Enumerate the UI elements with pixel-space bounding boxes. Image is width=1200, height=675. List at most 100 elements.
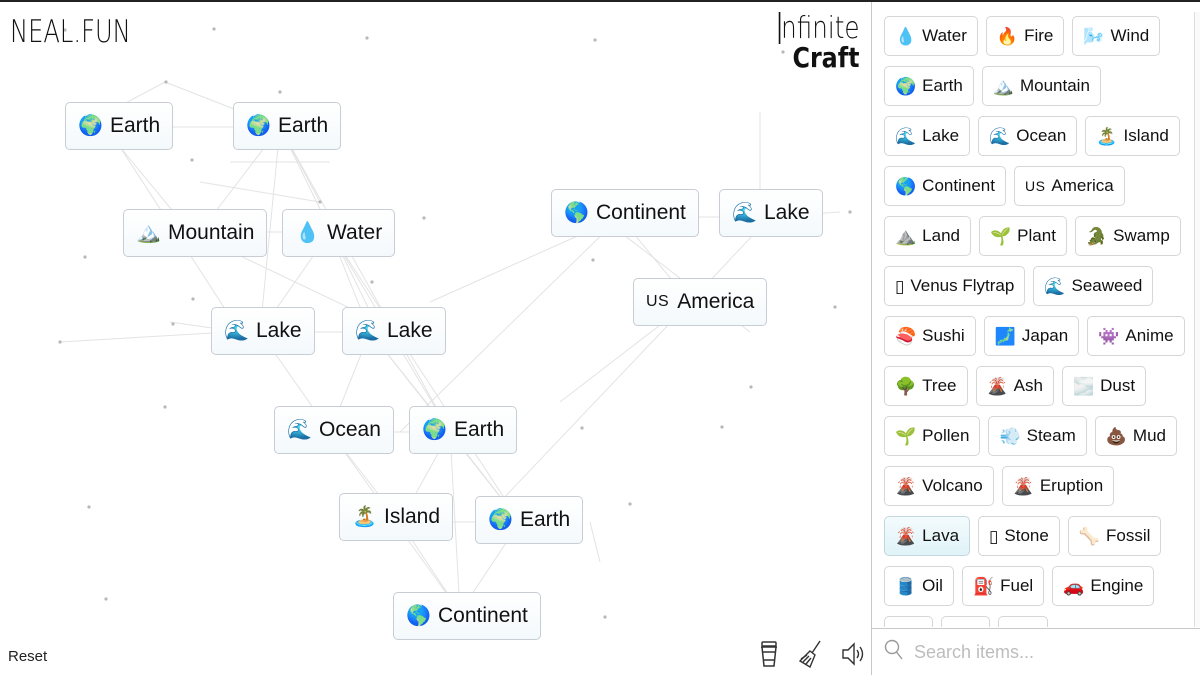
sidebar-item-lake[interactable]: 🌊 Lake [884,116,971,156]
sidebar-item-earth[interactable]: 🌍 Earth [884,66,974,106]
neal-fun-logo[interactable]: NEAL.FUN [10,14,131,50]
item-label: Dust [1100,376,1136,395]
sidebar-item-stone[interactable]: ▯ Stone [978,516,1060,556]
element-label: Continent [596,201,686,224]
canvas-element-continent[interactable]: 🌎 Continent [551,189,699,237]
sidebar-item-island[interactable]: 🏝️ Island [1085,116,1180,156]
sidebar-item-ocean[interactable]: 🌊 Ocean [978,116,1078,156]
sidebar-item-oil[interactable]: 🛢️ Oil [884,566,954,606]
sidebar-item-fuel[interactable]: ⛽ Fuel [961,566,1045,606]
earth-americas-icon: 🌎 [406,605,431,627]
bone-icon: 🦴 [1078,526,1101,546]
element-label: Ocean [319,418,381,441]
sidebar-item-item[interactable]: 💗 [941,616,991,627]
water-drop-icon: 💧 [895,26,917,46]
wave-icon: 🌊 [355,320,380,342]
earth-americas-icon: 🌎 [895,176,917,196]
sidebar-item-sushi[interactable]: 🍣 Sushi [884,316,976,356]
broom-icon[interactable] [798,639,824,669]
background-dot [191,297,195,301]
coffee-cup-icon[interactable] [756,639,782,669]
canvas-element-continent[interactable]: 🌎 Continent [393,592,541,640]
sidebar-item-land[interactable]: ⛰️ Land [884,216,971,256]
canvas-element-island[interactable]: 🏝️ Island [339,493,454,541]
seedling-icon: 🌱 [990,226,1012,246]
item-label: Island [1123,126,1169,145]
sidebar-item-plant[interactable]: 🌱 Plant [979,216,1067,256]
speaker-icon[interactable] [840,639,866,669]
item-label: Oil [922,576,943,595]
item-label: America [1051,176,1114,195]
sidebar-item-mountain[interactable]: 🏔️ Mountain [981,66,1101,106]
sidebar-item-wind[interactable]: 🌬️ Wind [1072,16,1161,56]
missing-glyph-icon: ▯ [895,276,905,296]
search-input[interactable] [914,641,1184,663]
craft-canvas[interactable]: NEAL.FUN nfinite Craft 🌍 Earth 🌍 Earth 🏔️ M… [0,2,871,675]
item-label: Ocean [1016,126,1067,145]
canvas-element-earth[interactable]: 🌍 Earth [475,496,584,544]
sidebar-item-steam[interactable]: 💨 Steam [988,416,1087,456]
sidebar-item-dust[interactable]: 🌫️ Dust [1061,366,1147,406]
canvas-element-lake[interactable]: 🌊 Lake [342,307,446,355]
sidebar-item-item[interactable]: 🌸 [884,616,934,627]
background-dot [171,322,175,326]
earth-globe-icon: 🌍 [488,509,513,531]
volcano-icon: 🌋 [895,476,917,496]
element-label: Lake [256,319,302,342]
oil-drum-icon: 🛢️ [895,576,917,596]
background-dot [720,425,724,429]
background-dot [212,27,216,31]
sidebar-item-swamp[interactable]: 🐊 Swamp [1074,216,1181,256]
item-label: Pollen [922,426,970,445]
background-dot [833,305,837,309]
item-label: Water [922,26,967,45]
fuel-pump-icon: ⛽ [972,576,995,596]
item-label: Sushi [922,326,965,345]
background-dot [749,385,753,389]
canvas-element-earth[interactable]: 🌍 Earth [65,102,174,150]
sidebar-item-eruption[interactable]: 🌋 Eruption [1001,466,1115,506]
connection-line [499,301,691,503]
canvas-element-mountain[interactable]: 🏔️ Mountain [123,209,268,257]
background-dot [164,80,168,84]
dust-icon: 🌫️ [1072,376,1095,396]
element-inventory: 💧 Water 🔥 Fire 🌬️ Wind 🌍 Earth 🏔️ Mountain 🌊 Lake 🌊 O… [872,2,1190,627]
logo-line2: Craft [791,41,859,74]
sidebar-item-seaweed[interactable]: 🌊 Seaweed [1033,266,1154,306]
reset-button[interactable]: Reset [8,648,47,665]
item-label: Fuel [1000,576,1034,595]
sidebar-item-america[interactable]: US America [1013,166,1125,206]
missing-glyph-icon: ▯ [989,526,999,546]
sidebar-item-volcano[interactable]: 🌋 Volcano [884,466,994,506]
sidebar-item-tree[interactable]: 🌳 Tree [884,366,968,406]
canvas-element-earth[interactable]: 🌍 Earth [409,406,518,454]
canvas-element-america[interactable]: US America [633,278,768,326]
sidebar-item-lava[interactable]: 🌋 Lava [884,516,971,556]
sidebar-item-continent[interactable]: 🌎 Continent [884,166,1006,206]
sidebar-item-water[interactable]: 💧 Water [884,16,978,56]
sidebar-item-japan[interactable]: 🗾 Japan [983,316,1080,356]
sidebar-item-item[interactable]: 👥 [998,616,1048,627]
japan-map-icon: 🗾 [994,326,1016,346]
background-dot [58,340,62,344]
sidebar-item-fossil[interactable]: 🦴 Fossil [1067,516,1162,556]
canvas-element-lake[interactable]: 🌊 Lake [719,189,823,237]
sidebar-item-ash[interactable]: 🌋 Ash [975,366,1054,406]
sidebar-scrollbar[interactable] [1194,12,1200,627]
sidebar-item-engine[interactable]: 🚗 Engine [1052,566,1155,606]
canvas-element-ocean[interactable]: 🌊 Ocean [274,406,394,454]
background-dot [104,597,108,601]
canvas-element-earth[interactable]: 🌍 Earth [233,102,342,150]
sidebar-item-pollen[interactable]: 🌱 Pollen [884,416,981,456]
canvas-element-water[interactable]: 💧 Water [282,209,396,257]
top-border [0,0,1200,2]
sidebar-item-mud[interactable]: 💩 Mud [1094,416,1177,456]
background-dot [422,216,426,220]
canvas-element-lake[interactable]: 🌊 Lake [211,307,315,355]
sidebar-item-fire[interactable]: 🔥 Fire [985,16,1065,56]
item-label: Venus Flytrap [910,276,1015,295]
sidebar-item-venus-flytrap[interactable]: ▯ Venus Flytrap [884,266,1026,306]
sidebar-item-anime[interactable]: 👾 Anime [1087,316,1185,356]
earth-globe-icon: 🌍 [895,76,917,96]
us-flag-icon: US [1024,178,1046,194]
